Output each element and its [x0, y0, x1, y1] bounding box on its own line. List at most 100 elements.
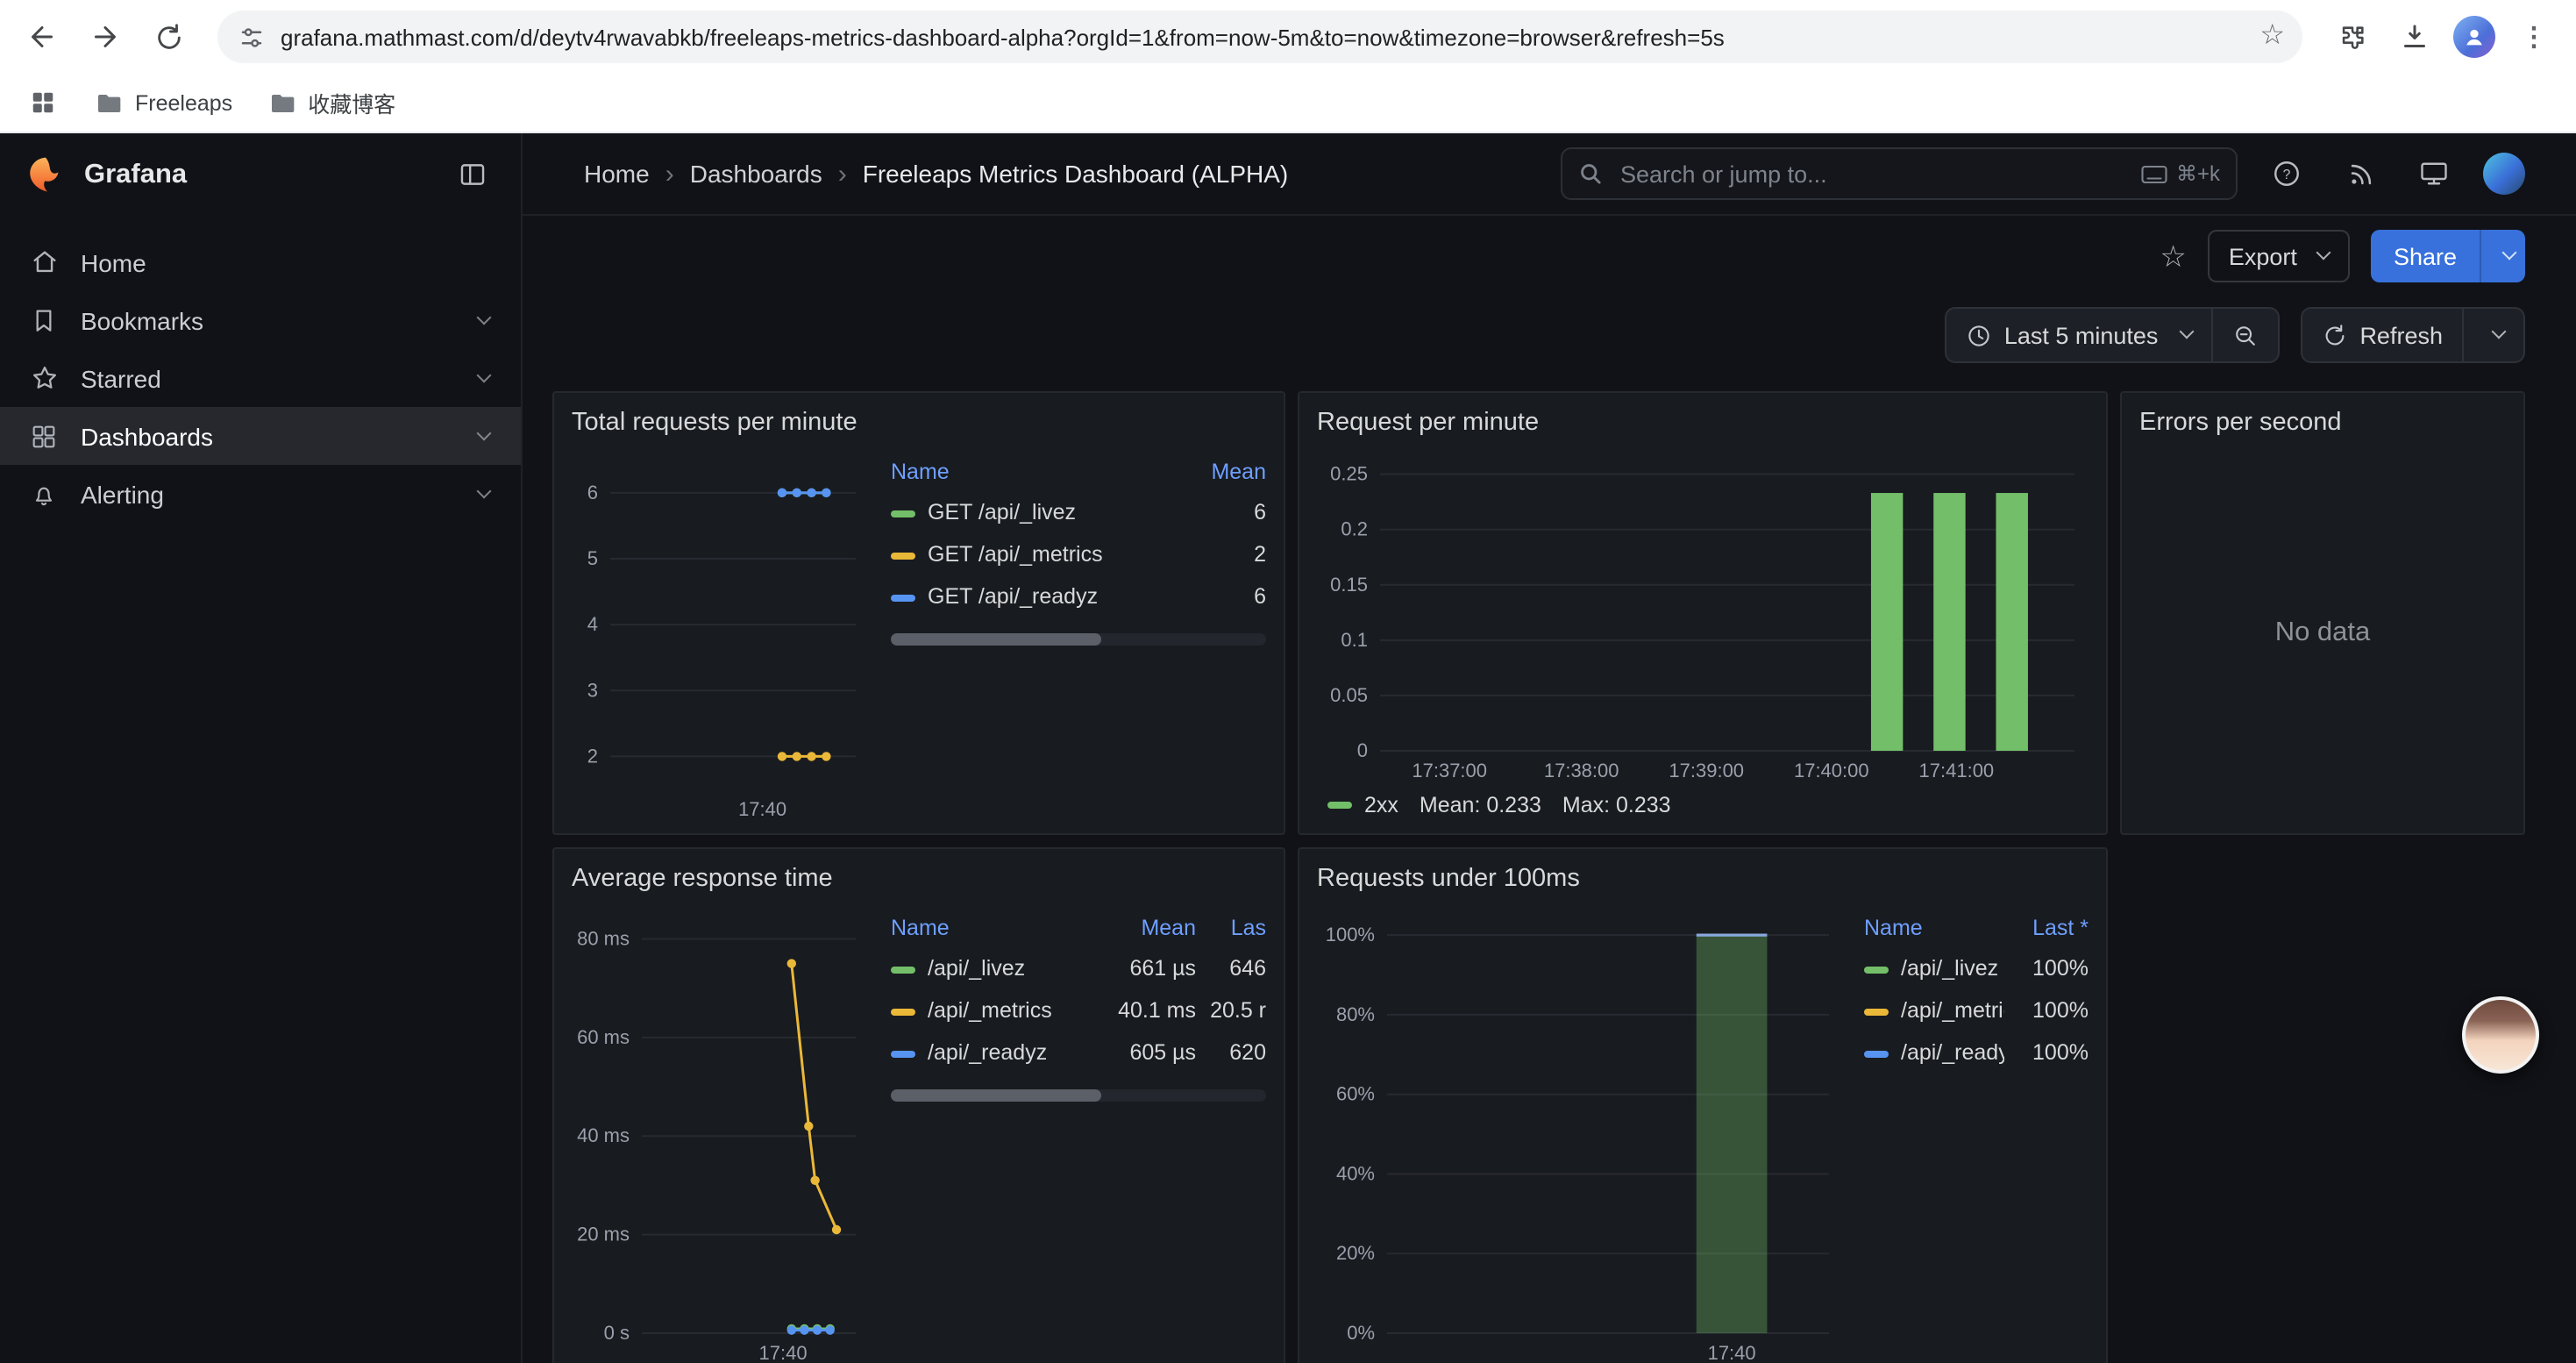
legend-row[interactable]: GET /api/_readyz 6: [891, 575, 1266, 617]
average-response-chart[interactable]: 0 s20 ms40 ms60 ms80 ms17:40: [572, 902, 870, 1363]
legend-col-name[interactable]: Name: [891, 909, 1087, 947]
legend-col-name[interactable]: Name: [891, 453, 1175, 491]
legend-row[interactable]: /api/_livez 661 µs 646: [891, 947, 1266, 989]
series-dash: [1864, 1008, 1889, 1015]
breadcrumb-current: Freeleaps Metrics Dashboard (ALPHA): [863, 160, 1289, 188]
browser-profile-avatar[interactable]: [2453, 16, 2495, 58]
panel-title[interactable]: Request per minute: [1317, 403, 2089, 442]
time-range-group: Last 5 minutes: [1945, 307, 2280, 363]
refresh-interval-dropdown[interactable]: [2464, 307, 2525, 363]
panel-title[interactable]: Requests under 100ms: [1317, 860, 2089, 898]
search-shortcut: ⌘+k: [2141, 161, 2220, 186]
zoom-out-icon: [2231, 322, 2258, 348]
sidebar: Grafana Home Bookmarks Starred: [0, 133, 523, 1363]
sidebar-item-dashboards[interactable]: Dashboards: [0, 407, 521, 465]
chevron-down-icon[interactable]: [477, 483, 492, 498]
breadcrumb-separator: ›: [838, 159, 847, 189]
svg-text:0.2: 0.2: [1341, 518, 1368, 540]
breadcrumb-home[interactable]: Home: [584, 160, 650, 188]
series-name: /api/_readyz: [1901, 1040, 2004, 1065]
share-button[interactable]: Share: [2371, 230, 2480, 282]
url-bar[interactable]: grafana.mathmast.com/d/deytv4rwavabkb/fr…: [217, 11, 2302, 63]
sidebar-toggle-icon[interactable]: [447, 150, 496, 199]
bookmark-item-freeleaps[interactable]: Freeleaps: [95, 89, 232, 117]
chevron-down-icon[interactable]: [477, 425, 492, 440]
request-per-minute-chart[interactable]: 00.050.10.150.20.2517:37:0017:38:0017:39…: [1317, 446, 2089, 786]
legend-col-name[interactable]: Name: [1864, 909, 2004, 947]
sidebar-item-starred[interactable]: Starred: [0, 349, 521, 407]
panel-title[interactable]: Average response time: [572, 860, 1266, 898]
svg-text:5: 5: [587, 547, 598, 569]
scrollbar-thumb[interactable]: [891, 633, 1101, 646]
panel-title[interactable]: Total requests per minute: [572, 403, 1266, 442]
browser-menu-icon[interactable]: ⋮: [2509, 12, 2558, 61]
legend-col-mean[interactable]: Mean: [1087, 909, 1196, 947]
keyboard-icon: [2141, 164, 2167, 183]
chevron-down-icon: [2492, 325, 2507, 339]
svg-text:4: 4: [587, 613, 598, 635]
series-last: 620: [1196, 1031, 1266, 1074]
user-avatar[interactable]: [2483, 153, 2525, 195]
svg-text:6: 6: [587, 482, 598, 503]
back-button[interactable]: [18, 12, 67, 61]
sidebar-item-home[interactable]: Home: [0, 233, 521, 291]
scrollbar-thumb[interactable]: [891, 1089, 1101, 1102]
refresh-button[interactable]: Refresh: [2300, 307, 2464, 363]
panel-title[interactable]: Errors per second: [2139, 403, 2506, 442]
legend-row[interactable]: /api/_readyz 605 µs 620: [891, 1031, 1266, 1074]
chevron-down-icon[interactable]: [477, 310, 492, 325]
svg-text:60%: 60%: [1336, 1083, 1375, 1105]
bookmark-item-blog[interactable]: 收藏博客: [267, 86, 395, 119]
total-requests-chart[interactable]: 2345617:40: [572, 446, 870, 824]
clock-icon: [1966, 322, 1992, 348]
legend-col-mean[interactable]: Mean: [1175, 453, 1266, 491]
folder-icon: [95, 89, 123, 117]
zoom-out-button[interactable]: [2212, 307, 2279, 363]
news-rss-icon[interactable]: [2336, 149, 2385, 198]
assistant-avatar[interactable]: [2462, 996, 2539, 1074]
legend: Name Mean GET /api/_livez 6: [891, 446, 1266, 819]
legend-table: Name Last * /api/_livez 100%: [1864, 909, 2089, 1074]
url-text[interactable]: grafana.mathmast.com/d/deytv4rwavabkb/fr…: [281, 24, 2245, 50]
sidebar-item-alerting[interactable]: Alerting: [0, 465, 521, 523]
extensions-icon[interactable]: [2327, 12, 2376, 61]
time-range-picker[interactable]: Last 5 minutes: [1945, 307, 2213, 363]
legend-row[interactable]: /api/_livez 100%: [1864, 947, 2089, 989]
breadcrumb-dashboards[interactable]: Dashboards: [690, 160, 822, 188]
help-icon[interactable]: ?: [2262, 149, 2311, 198]
svg-text:20%: 20%: [1336, 1242, 1375, 1264]
site-info-icon[interactable]: [235, 21, 267, 53]
legend-row[interactable]: /api/_readyz 100%: [1864, 1031, 2089, 1074]
legend-col-last[interactable]: Last *: [2004, 909, 2089, 947]
svg-text:80 ms: 80 ms: [577, 927, 630, 949]
legend-row[interactable]: GET /api/_livez 6: [891, 491, 1266, 533]
sidebar-item-bookmarks[interactable]: Bookmarks: [0, 291, 521, 349]
chevron-down-icon[interactable]: [477, 368, 492, 382]
legend-row[interactable]: GET /api/_metrics 2: [891, 533, 1266, 575]
series-last: 20.5 r: [1196, 989, 1266, 1031]
export-button[interactable]: Export: [2208, 230, 2350, 282]
share-menu-button[interactable]: [2480, 230, 2525, 282]
legend-series[interactable]: 2xx: [1327, 793, 1398, 817]
bookmark-star-icon[interactable]: ☆: [2259, 23, 2285, 51]
dashboards-grid-icon: [28, 420, 60, 452]
reload-button[interactable]: [144, 12, 193, 61]
legend-row[interactable]: /api/_metrics 100%: [1864, 989, 2089, 1031]
monitor-icon[interactable]: [2409, 149, 2459, 198]
downloads-icon[interactable]: [2390, 12, 2439, 61]
series-mean: 6: [1175, 575, 1266, 617]
forward-button[interactable]: [81, 12, 130, 61]
favorite-star-icon[interactable]: ☆: [2160, 241, 2187, 271]
legend-row[interactable]: /api/_metrics 40.1 ms 20.5 r: [891, 989, 1266, 1031]
apps-grid-icon[interactable]: [25, 78, 60, 127]
legend-col-last[interactable]: Las: [1196, 909, 1266, 947]
legend-table: Name Mean Las /api/_livez 661 µs 64: [891, 909, 1266, 1074]
browser-toolbar: grafana.mathmast.com/d/deytv4rwavabkb/fr…: [0, 0, 2576, 74]
series-dash: [891, 1050, 915, 1057]
search-input[interactable]: [1617, 159, 2127, 189]
under-100ms-chart[interactable]: 0%20%40%60%80%100%17:40: [1317, 902, 1843, 1363]
series-mean: 661 µs: [1087, 947, 1196, 989]
svg-text:0 s: 0 s: [604, 1322, 630, 1344]
series-name: /api/_metrics: [928, 998, 1052, 1023]
search-box[interactable]: ⌘+k: [1561, 147, 2238, 200]
